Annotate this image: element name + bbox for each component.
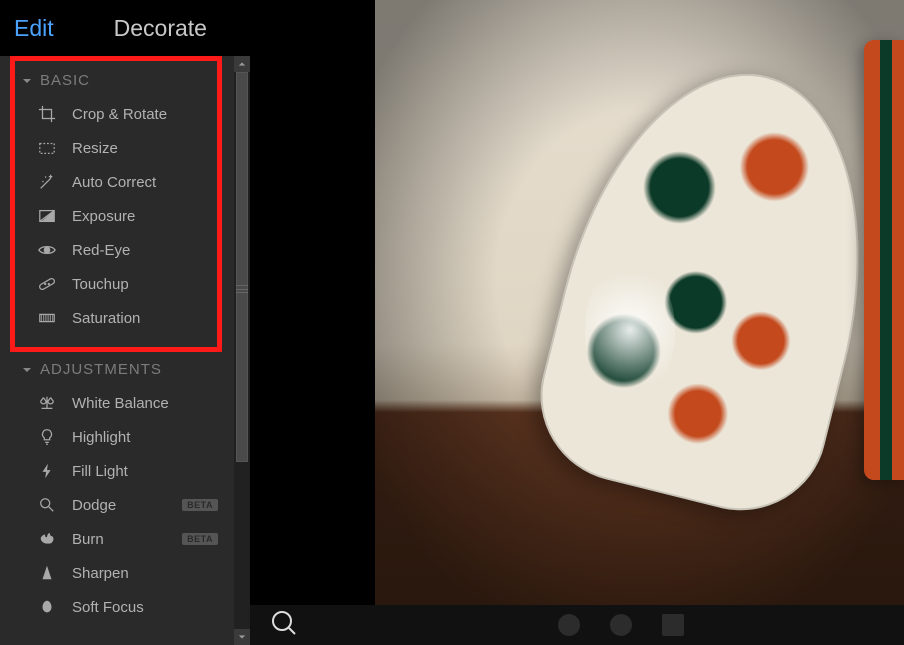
section-header-adjustments[interactable]: ADJUSTMENTS — [0, 353, 234, 386]
zoom-icon[interactable] — [270, 609, 298, 642]
tool-label: Crop & Rotate — [72, 106, 167, 123]
crop-icon — [36, 105, 58, 123]
tab-decorate[interactable]: Decorate — [114, 15, 207, 42]
bulb-icon — [36, 428, 58, 446]
scroll-grip — [236, 282, 248, 296]
scroll-track[interactable] — [234, 72, 250, 629]
tool-label: Fill Light — [72, 463, 128, 480]
tool-resize[interactable]: Resize — [0, 131, 234, 165]
section-basic: BASIC Crop & Rotate Resize Auto Correct … — [0, 56, 234, 335]
flash-icon — [36, 462, 58, 480]
bandaid-icon — [36, 275, 58, 293]
tool-touchup[interactable]: Touchup — [0, 267, 234, 301]
tool-panel-wrap: BASIC Crop & Rotate Resize Auto Correct … — [0, 56, 250, 645]
skateboard-deck — [522, 41, 904, 528]
canvas-mini-controls — [558, 614, 684, 636]
beta-badge: BETA — [182, 499, 218, 511]
tool-panel: BASIC Crop & Rotate Resize Auto Correct … — [0, 56, 234, 645]
section-header-basic[interactable]: BASIC — [0, 64, 234, 97]
edited-image[interactable] — [375, 0, 904, 625]
tool-fill-light[interactable]: Fill Light — [0, 454, 234, 488]
caret-down-icon — [22, 365, 32, 375]
tool-highlight[interactable]: Highlight — [0, 420, 234, 454]
tool-sharpen[interactable]: Sharpen — [0, 556, 234, 590]
tool-burn[interactable]: Burn BETA — [0, 522, 234, 556]
tool-label: White Balance — [72, 395, 169, 412]
tool-label: Sharpen — [72, 565, 129, 582]
exposure-icon — [36, 207, 58, 225]
section-title: BASIC — [40, 72, 90, 89]
sharpen-icon — [36, 564, 58, 582]
tool-label: Saturation — [72, 310, 140, 327]
tool-label: Touchup — [72, 276, 129, 293]
control-dot[interactable] — [610, 614, 632, 636]
tool-exposure[interactable]: Exposure — [0, 199, 234, 233]
tool-dodge[interactable]: Dodge BETA — [0, 488, 234, 522]
scroll-down-button[interactable] — [234, 629, 250, 645]
canvas-toolbar — [250, 605, 904, 645]
scroll-thumb[interactable] — [236, 72, 248, 462]
canvas-area — [250, 0, 904, 645]
tool-label: Burn — [72, 531, 104, 548]
eye-icon — [36, 241, 58, 259]
tool-saturation[interactable]: Saturation — [0, 301, 234, 335]
photo-content — [375, 0, 904, 625]
control-dot[interactable] — [662, 614, 684, 636]
burn-icon — [36, 530, 58, 548]
tool-label: Resize — [72, 140, 118, 157]
tool-label: Dodge — [72, 497, 116, 514]
skateboard-deck-side — [864, 40, 904, 480]
tool-label: Exposure — [72, 208, 135, 225]
tool-soft-focus[interactable]: Soft Focus — [0, 590, 234, 624]
resize-icon — [36, 139, 58, 157]
beta-badge: BETA — [182, 533, 218, 545]
tool-red-eye[interactable]: Red-Eye — [0, 233, 234, 267]
tool-white-balance[interactable]: White Balance — [0, 386, 234, 420]
section-adjustments: ADJUSTMENTS White Balance Highlight Fill… — [0, 335, 234, 624]
softfocus-icon — [36, 598, 58, 616]
caret-down-icon — [22, 76, 32, 86]
tool-label: Auto Correct — [72, 174, 156, 191]
magnify-icon — [36, 496, 58, 514]
panel-scrollbar[interactable] — [234, 56, 250, 645]
tool-label: Highlight — [72, 429, 130, 446]
saturation-icon — [36, 309, 58, 327]
tool-label: Red-Eye — [72, 242, 130, 259]
tool-crop-rotate[interactable]: Crop & Rotate — [0, 97, 234, 131]
control-dot[interactable] — [558, 614, 580, 636]
tab-edit[interactable]: Edit — [14, 15, 54, 42]
balance-icon — [36, 394, 58, 412]
wand-icon — [36, 173, 58, 191]
tool-label: Soft Focus — [72, 599, 144, 616]
section-title: ADJUSTMENTS — [40, 361, 162, 378]
scroll-up-button[interactable] — [234, 56, 250, 72]
tool-auto-correct[interactable]: Auto Correct — [0, 165, 234, 199]
